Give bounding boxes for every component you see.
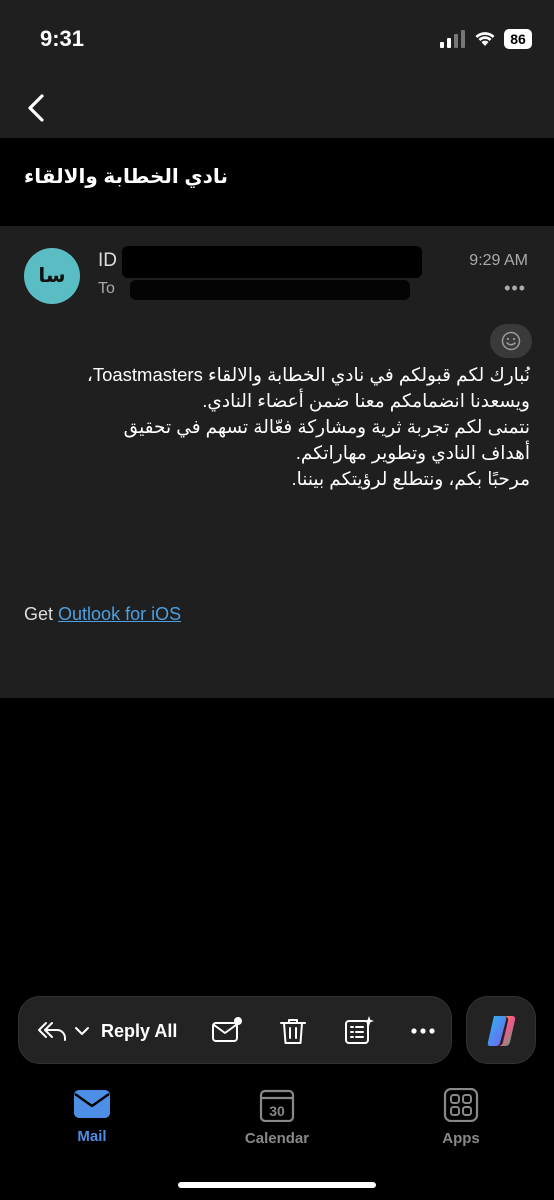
reply-all-label: Reply All (101, 1020, 178, 1041)
subject-bar: نادي الخطابة والالقاء (0, 138, 554, 224)
body-line: أهداف النادي وتطوير مهاراتكم. (295, 442, 530, 463)
recipient-line[interactable]: To (98, 280, 115, 298)
nav-bar (0, 80, 554, 138)
add-reaction-button[interactable] (490, 324, 532, 358)
home-indicator (178, 1182, 376, 1188)
body-line: نتمنى لكم تجربة ثرية ومشاركة فعّالة تسهم… (123, 416, 530, 437)
sender-name[interactable]: ID (98, 250, 117, 272)
outlook-ios-link[interactable]: Outlook for iOS (58, 604, 181, 624)
status-bar: 9:31 86 (0, 0, 554, 80)
back-chevron-icon[interactable] (24, 90, 50, 126)
status-time: 9:31 (40, 26, 85, 51)
chevron-down-icon[interactable] (73, 1019, 91, 1043)
summarize-icon[interactable] (343, 1015, 375, 1047)
signature: Get Outlook for iOS (24, 604, 181, 625)
apps-grid-icon (443, 1088, 479, 1122)
message-body: نُبارك لكم قبولكم في نادي الخطابة والالق… (24, 362, 530, 492)
copilot-icon (487, 1016, 516, 1046)
copilot-button[interactable] (466, 996, 536, 1064)
battery-indicator: 86 (504, 29, 532, 49)
redaction-recipient (130, 280, 410, 300)
tab-mail[interactable]: Mail (42, 1088, 142, 1158)
more-actions-icon[interactable] (407, 1015, 439, 1047)
signature-prefix: Get (24, 604, 54, 624)
smiley-icon (501, 331, 521, 351)
mail-icon (74, 1090, 110, 1118)
tab-calendar[interactable]: 30 Calendar (227, 1088, 327, 1158)
redaction-sender (122, 246, 422, 278)
message-card: سا ID To 9:29 AM ••• نُبارك لكم قبولكم ف… (0, 226, 554, 698)
reply-all-button[interactable]: Reply All (37, 1015, 177, 1047)
trash-icon[interactable] (277, 1015, 309, 1047)
body-line: مرحبًا بكم، ونتطلع لرؤيتكم بيننا. (291, 468, 530, 489)
reply-all-icon (38, 1022, 66, 1041)
message-time: 9:29 AM (469, 252, 528, 269)
mark-unread-icon[interactable] (211, 1015, 243, 1047)
body-line: نُبارك لكم قبولكم في نادي الخطابة والالق… (86, 364, 530, 385)
wifi-icon (475, 32, 495, 46)
tab-apps[interactable]: Apps (411, 1088, 511, 1158)
cellular-signal-icon (440, 30, 465, 48)
sender-avatar[interactable]: سا (24, 248, 80, 304)
email-subject: نادي الخطابة والالقاء (24, 166, 228, 188)
message-action-bar: Reply All (18, 996, 452, 1064)
tab-apps-label: Apps (442, 1130, 480, 1147)
more-options-icon[interactable]: ••• (504, 278, 526, 299)
calendar-icon-day: 30 (269, 1103, 285, 1119)
tab-calendar-label: Calendar (244, 1130, 310, 1147)
body-line: ويسعدنا انضمامكم معنا ضمن أعضاء النادي. (202, 390, 530, 411)
tab-mail-label: Mail (77, 1128, 107, 1145)
calendar-icon: 30 (259, 1089, 295, 1122)
